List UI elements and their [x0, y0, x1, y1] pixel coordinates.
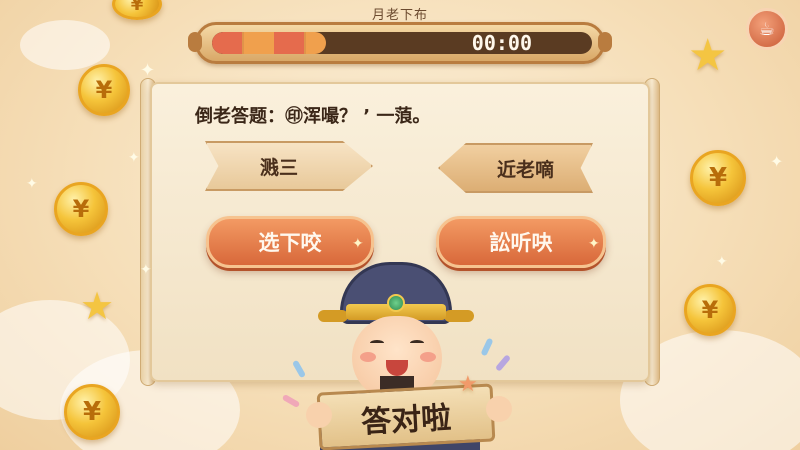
twinkle-icon: ✦: [716, 254, 728, 270]
twinkle-icon: ✦: [128, 150, 140, 166]
option-sign-left[interactable]: 溅三: [205, 141, 373, 191]
timer-knob-right: [598, 32, 612, 52]
twinkle-icon: ✦: [140, 60, 156, 81]
star-icon: ★: [688, 30, 728, 81]
question-body: ㊞浑嘬？ ’ 一蒗。: [285, 106, 431, 127]
twinkle-icon: ✦: [770, 152, 784, 171]
sparkle-icon: ✦: [588, 236, 600, 252]
timer-readout: 00:00: [471, 32, 532, 54]
question-text: 倒老答题：㊞浑嘬？ ’ 一蒗。: [195, 102, 615, 128]
star-icon: ★: [80, 284, 115, 328]
character-hat-gem: [387, 294, 405, 312]
character-eye: [410, 340, 424, 346]
option-sign-right[interactable]: 近老嘀: [438, 143, 593, 193]
character-hand: [306, 402, 332, 428]
question-prefix: 倒老答题：: [195, 106, 285, 127]
yuan-coin-icon: ¥: [54, 182, 108, 236]
character-hat-wing: [444, 310, 474, 322]
timer-track: 00:00: [212, 32, 592, 54]
character-hand: [486, 396, 512, 422]
game-title: 月老下布: [371, 8, 428, 23]
confetti-piece: [281, 393, 301, 409]
cloud-decoration: [20, 20, 110, 70]
character-eye: [370, 340, 384, 346]
yuan-coin-icon: ¥: [78, 64, 130, 116]
timer-bar: 00:00: [195, 22, 605, 64]
star-icon: ★: [458, 372, 478, 397]
answer-button-b[interactable]: 訟听吷: [436, 216, 606, 268]
yuan-coin-icon: ¥: [690, 150, 746, 206]
twinkle-icon: ✦: [140, 262, 152, 278]
timer-fill: [212, 32, 326, 54]
character-hat-wing: [318, 310, 348, 322]
yuan-coin-icon: ¥: [112, 0, 162, 20]
sparkle-icon: ✦: [352, 236, 364, 252]
character-cheek: [360, 352, 376, 362]
timer-knob-left: [188, 32, 202, 52]
character-cheek: [420, 352, 436, 362]
twinkle-icon: ✦: [26, 176, 38, 192]
answer-button-a[interactable]: 选下咬: [206, 216, 374, 268]
yuan-coin-icon: ¥: [64, 384, 120, 440]
yuan-coin-icon: ¥: [684, 284, 736, 336]
teapot-menu-icon[interactable]: ☕: [746, 8, 788, 50]
